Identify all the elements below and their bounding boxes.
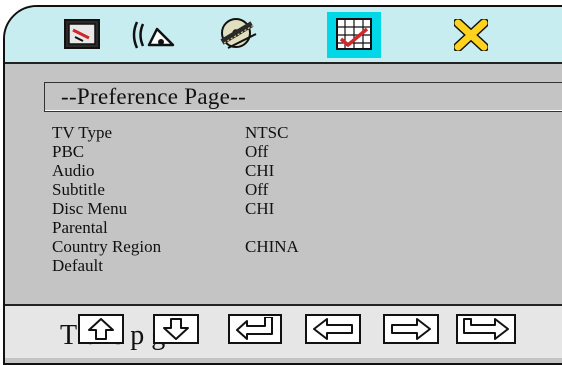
page-title: --Preference Page-- <box>61 84 247 109</box>
up-arrow-icon <box>88 318 114 340</box>
nav-left-button[interactable] <box>305 314 361 344</box>
disc-film-icon <box>220 18 257 49</box>
setting-value: Off <box>245 180 269 199</box>
tab-exit-setup[interactable] <box>445 12 497 58</box>
nav-up-button[interactable] <box>78 314 124 344</box>
setting-value: Off <box>245 142 269 161</box>
setting-value: NTSC <box>245 123 289 142</box>
setting-label: Audio <box>52 161 95 180</box>
setting-value: CHI <box>245 199 275 218</box>
setting-label: Country Region <box>52 237 162 256</box>
tab-video-setup[interactable] <box>212 12 264 58</box>
left-arrow-icon <box>313 318 353 340</box>
nav-down-button[interactable] <box>153 314 199 344</box>
nav-tab-button[interactable] <box>456 314 516 344</box>
setting-label: TV Type <box>52 123 113 142</box>
setting-label: Default <box>52 256 103 275</box>
right-arrow-icon <box>391 318 431 340</box>
setting-label: Disc Menu <box>52 199 128 218</box>
setting-label: Parental <box>52 218 108 237</box>
tv-set-icon <box>64 19 100 49</box>
enter-arrow-icon <box>236 317 273 340</box>
nav-enter-button[interactable] <box>228 314 282 344</box>
exit-cross-icon <box>454 19 488 51</box>
tab-arrow-icon <box>463 318 509 340</box>
setting-value: CHINA <box>245 237 299 256</box>
page-header: --Preference Page-- <box>44 82 562 112</box>
tab-audio-setup[interactable] <box>127 12 179 58</box>
speaker-sound-icon <box>132 21 175 49</box>
setting-value: CHI <box>245 161 275 180</box>
setting-label: Subtitle <box>52 180 105 199</box>
grid-checkmark-icon <box>336 18 372 50</box>
tab-general-setup[interactable] <box>57 12 109 58</box>
down-arrow-icon <box>163 318 189 340</box>
setting-label: PBC <box>52 142 85 161</box>
tab-bar-divider <box>5 62 562 64</box>
tab-preference-setup[interactable] <box>327 12 381 58</box>
nav-right-button[interactable] <box>383 314 439 344</box>
